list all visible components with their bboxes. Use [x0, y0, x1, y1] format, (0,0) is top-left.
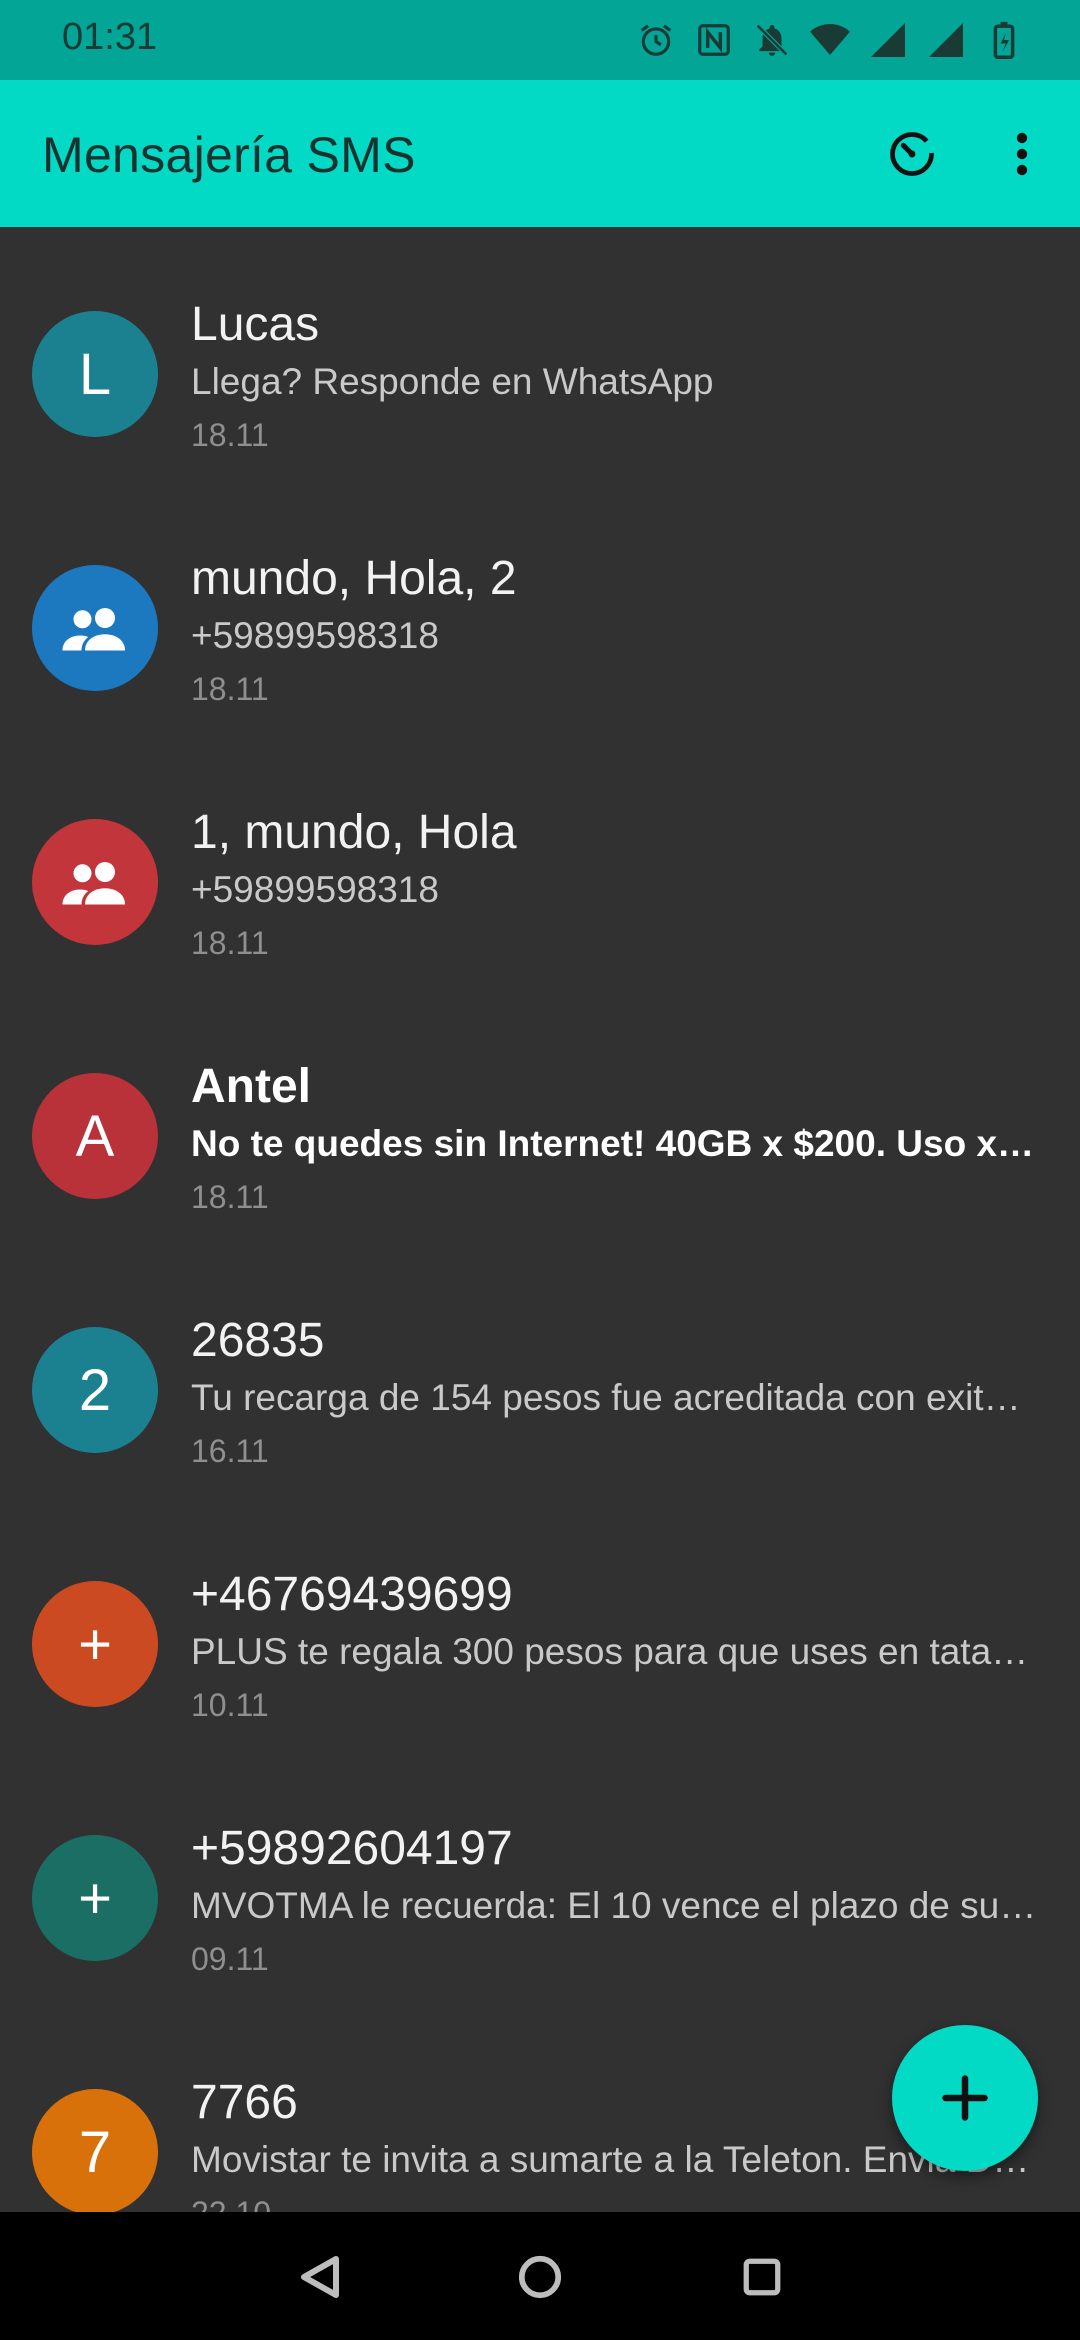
conversation-item[interactable]: 2 26835 Tu recarga de 154 pesos fue acredi… — [0, 1243, 1080, 1497]
nfc-icon — [694, 18, 734, 62]
conversation-snippet: +59899598318 — [191, 869, 439, 910]
conversation-date: 18.11 — [191, 417, 269, 453]
avatar: + — [32, 1835, 158, 1961]
recents-icon[interactable] — [727, 2242, 797, 2312]
conversation-snippet: Llega? Responde en WhatsApp — [191, 361, 714, 402]
conversation-name: mundo, Hola, 2 — [191, 552, 517, 605]
conversation-date: 22.10 — [191, 2195, 271, 2212]
conversation-snippet: +59899598318 — [191, 615, 439, 656]
conversation-item[interactable]: mundo, Hola, 2 +59899598318 18.11 — [0, 481, 1080, 735]
timer-icon[interactable] — [880, 122, 944, 186]
navigation-bar — [0, 2212, 1080, 2340]
avatar: + — [32, 1581, 158, 1707]
signal-icon — [926, 18, 966, 62]
conversation-item[interactable]: L Lucas Llega? Responde en WhatsApp 18.11 — [0, 227, 1080, 481]
signal-icon — [868, 18, 908, 62]
conversation-snippet: MVOTMA le recuerda: El 10 vence el plazo… — [191, 1885, 1037, 1926]
conversation-date: 18.11 — [191, 671, 269, 707]
conversation-item[interactable]: + +46769439699 PLUS te regala 300 pesos pa… — [0, 1497, 1080, 1751]
compose-button[interactable] — [892, 2025, 1038, 2171]
avatar: 2 — [32, 1327, 158, 1453]
battery-charging-icon — [984, 18, 1024, 62]
conversation-name: 1, mundo, Hola — [191, 806, 517, 859]
avatar: A — [32, 1073, 158, 1199]
conversation-item[interactable]: + +59892604197 MVOTMA le recuerda: El 10 v… — [0, 1751, 1080, 2005]
conversation-name: +59892604197 — [191, 1822, 513, 1875]
conversation-name: Antel — [191, 1060, 311, 1113]
status-icons — [636, 18, 1024, 62]
status-bar: 01:31 — [0, 0, 1080, 80]
status-time: 01:31 — [62, 16, 158, 58]
conversation-name: 26835 — [191, 1314, 325, 1367]
avatar — [32, 819, 158, 945]
conversation-date: 16.11 — [191, 1433, 269, 1469]
app-title: Mensajería SMS — [42, 127, 416, 183]
avatar — [32, 565, 158, 691]
conversation-snippet: Tu recarga de 154 pesos fue acreditada c… — [191, 1377, 1037, 1418]
back-icon[interactable] — [285, 2242, 355, 2312]
conversation-name: +46769439699 — [191, 1568, 513, 1621]
conversation-name: Lucas — [191, 298, 320, 351]
conversation-list[interactable]: L Lucas Llega? Responde en WhatsApp 18.11 mu… — [0, 227, 1080, 2212]
more-vert-icon[interactable] — [990, 122, 1054, 186]
conversation-name: 7766 — [191, 2076, 298, 2129]
conversation-snippet: No te quedes sin Internet! 40GB x $200. … — [191, 1123, 1037, 1164]
alarm-icon — [636, 18, 676, 62]
conversation-date: 18.11 — [191, 925, 269, 961]
group-icon — [60, 859, 130, 905]
conversation-snippet: PLUS te regala 300 pesos para que uses e… — [191, 1631, 1037, 1672]
wifi-icon — [810, 18, 850, 62]
conversation-date: 09.11 — [191, 1941, 269, 1977]
group-icon — [60, 605, 130, 651]
conversation-item[interactable]: 1, mundo, Hola +59899598318 18.11 — [0, 735, 1080, 989]
add-icon — [942, 2075, 988, 2121]
avatar: L — [32, 311, 158, 437]
conversation-date: 10.11 — [191, 1687, 269, 1723]
conversation-item[interactable]: A Antel No te quedes sin Internet! 40GB x … — [0, 989, 1080, 1243]
avatar: 7 — [32, 2089, 158, 2212]
app-bar: Mensajería SMS — [0, 80, 1080, 227]
conversation-date: 18.11 — [191, 1179, 269, 1215]
notifications-off-icon — [752, 18, 792, 62]
home-icon[interactable] — [505, 2242, 575, 2312]
